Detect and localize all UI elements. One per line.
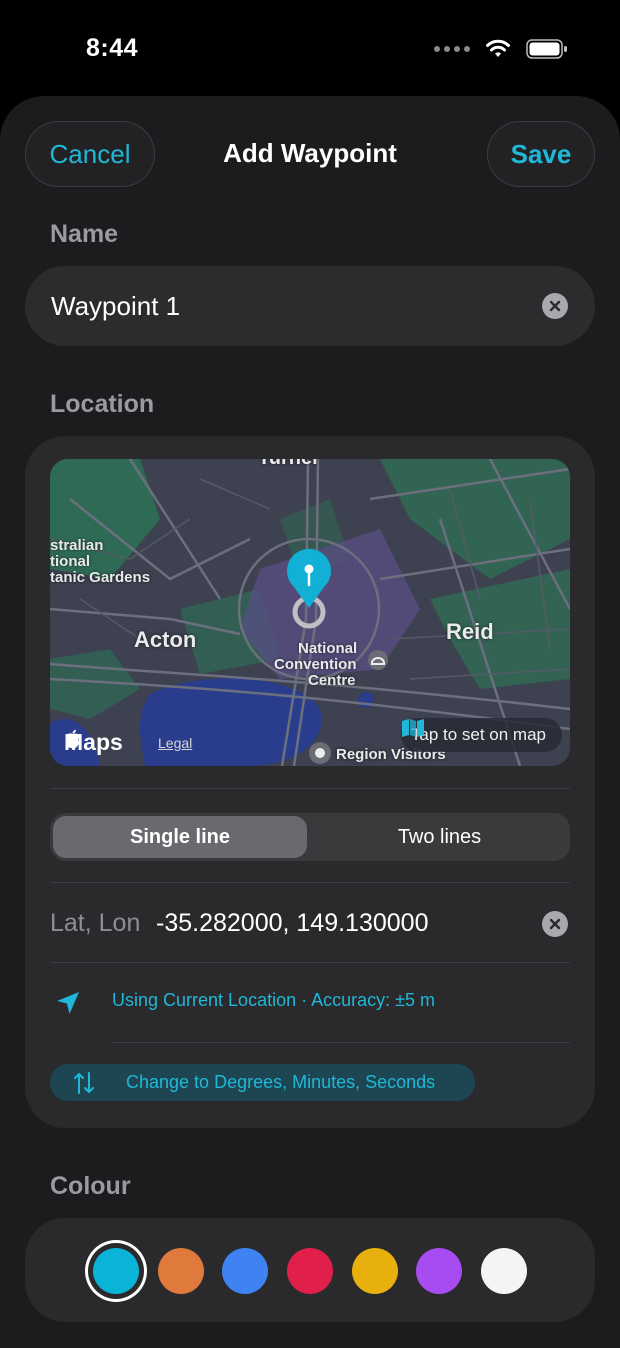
wifi-icon: [486, 39, 510, 57]
map-label-ncc-1: National: [298, 640, 358, 657]
tap-to-set-on-map-button[interactable]: Tap to set on map: [400, 718, 562, 752]
coord-input[interactable]: -35.282000, 149.130000: [156, 909, 428, 938]
location-arrow-icon: [57, 992, 79, 1014]
name-field[interactable]: Waypoint 1: [25, 266, 595, 346]
change-to-dms-button[interactable]: Change to Degrees, Minutes, Seconds: [50, 1064, 475, 1101]
clear-coord-icon[interactable]: [542, 911, 568, 937]
location-card: Turner stralian tional tanic Gardens Act…: [25, 436, 595, 1128]
apple-icon: [65, 729, 80, 748]
divider: [50, 882, 570, 883]
clear-name-icon[interactable]: [542, 293, 568, 319]
status-icons: [434, 38, 568, 60]
map-label-ncc-2: Convention: [274, 656, 357, 673]
save-button[interactable]: Save: [487, 121, 595, 187]
map-label-gardens-2: tional: [50, 553, 90, 570]
coord-label: Lat, Lon: [50, 909, 141, 937]
colour-section-label: Colour: [50, 1172, 131, 1200]
map-icon: [401, 719, 424, 737]
status-time: 8:44: [86, 34, 139, 62]
divider: [112, 1042, 570, 1043]
tap-to-set-label: Tap to set on map: [410, 725, 546, 744]
divider: [50, 962, 570, 963]
legal-link[interactable]: Legal: [158, 735, 192, 751]
name-section-label: Name: [50, 220, 119, 248]
location-map[interactable]: Turner stralian tional tanic Gardens Act…: [50, 459, 570, 766]
status-bar: 8:44: [0, 0, 620, 96]
colour-swatch-orange[interactable]: [158, 1248, 204, 1294]
map-label-gardens-1: stralian: [50, 537, 104, 554]
battery-icon: [526, 39, 567, 59]
apple-maps-logo: Maps: [64, 729, 123, 756]
signal-dots-icon: [434, 46, 470, 52]
name-field-value[interactable]: Waypoint 1: [51, 291, 180, 322]
location-section-label: Location: [50, 390, 155, 418]
colour-swatch-blue[interactable]: [222, 1248, 268, 1294]
current-location-status: Using Current Location · Accuracy: ±5 m: [112, 990, 436, 1010]
add-waypoint-sheet: Cancel Add Waypoint Save Name Waypoint 1…: [0, 96, 620, 1348]
swap-arrows-icon: [74, 1071, 94, 1094]
colour-swatch-purple[interactable]: [416, 1248, 462, 1294]
colour-swatch-white[interactable]: [481, 1248, 527, 1294]
colour-swatch-red[interactable]: [287, 1248, 333, 1294]
map-label-ncc-3: Centre: [308, 672, 356, 689]
segment-two-lines[interactable]: Two lines: [312, 816, 567, 858]
map-label-acton: Acton: [134, 627, 197, 652]
colour-swatch-cyan[interactable]: [93, 1248, 139, 1294]
map-label-turner: Turner: [258, 459, 320, 470]
colour-picker: [25, 1218, 595, 1322]
map-label-gardens-3: tanic Gardens: [50, 569, 151, 586]
segment-single-line[interactable]: Single line: [53, 816, 307, 858]
divider: [50, 788, 570, 789]
map-label-reid: Reid: [446, 619, 494, 644]
change-to-dms-label: Change to Degrees, Minutes, Seconds: [126, 1072, 436, 1092]
colour-swatch-yellow[interactable]: [352, 1248, 398, 1294]
format-segmented-control[interactable]: Single line Two lines: [50, 813, 570, 861]
